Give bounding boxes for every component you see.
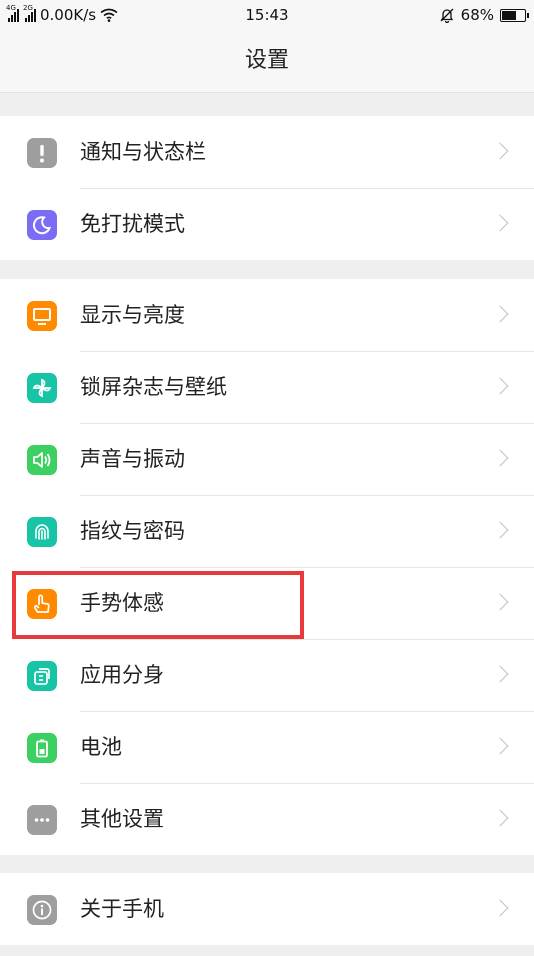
- info-icon: [27, 895, 57, 925]
- settings-item-other-settings[interactable]: 其他设置: [0, 783, 534, 855]
- settings-item-battery[interactable]: 电池: [0, 711, 534, 783]
- settings-item-lockscreen-wallpaper[interactable]: 锁屏杂志与壁纸: [0, 351, 534, 423]
- display-icon: [27, 301, 57, 331]
- chevron-right-icon: [491, 142, 509, 160]
- app-clone-icon: [27, 661, 57, 691]
- chevron-right-icon: [491, 665, 509, 683]
- settings-item-label: 声音与振动: [80, 447, 185, 471]
- settings-item-label: 指纹与密码: [80, 519, 185, 543]
- settings-item-about-phone[interactable]: 关于手机: [0, 873, 534, 945]
- chevron-right-icon: [491, 214, 509, 232]
- fingerprint-icon: [27, 517, 57, 547]
- settings-item-label: 其他设置: [80, 807, 164, 831]
- settings-item-app-clone[interactable]: 应用分身: [0, 639, 534, 711]
- moon-icon: [27, 210, 57, 240]
- settings-item-label: 显示与亮度: [80, 303, 185, 327]
- settings-group-3: 关于手机: [0, 873, 534, 945]
- highlight-box: [12, 571, 304, 639]
- settings-item-label: 电池: [80, 735, 122, 759]
- chevron-right-icon: [491, 449, 509, 467]
- pinwheel-icon: [27, 373, 57, 403]
- settings-item-label: 免打扰模式: [80, 212, 185, 236]
- chevron-right-icon: [491, 737, 509, 755]
- bell-muted-icon: [440, 8, 454, 23]
- battery-status-icon: [500, 8, 529, 22]
- chevron-right-icon: [491, 899, 509, 917]
- settings-item-display-brightness[interactable]: 显示与亮度: [0, 279, 534, 351]
- settings-item-fingerprint-password[interactable]: 指纹与密码: [0, 495, 534, 567]
- speaker-icon: [27, 445, 57, 475]
- chevron-right-icon: [491, 521, 509, 539]
- settings-item-label: 通知与状态栏: [80, 140, 206, 164]
- more-icon: [27, 805, 57, 835]
- settings-group-2: 显示与亮度 锁屏杂志与壁纸 声音与振动 指纹与密码 手势体感 应用分身 电池 其…: [0, 279, 534, 855]
- status-bar: 4G 2G 0.00K/s 15:43 68%: [0, 0, 534, 30]
- chevron-right-icon: [491, 305, 509, 323]
- chevron-right-icon: [491, 377, 509, 395]
- settings-item-sound-vibration[interactable]: 声音与振动: [0, 423, 534, 495]
- chevron-right-icon: [491, 593, 509, 611]
- battery-percent: 68%: [460, 6, 494, 24]
- settings-group-1: 通知与状态栏 免打扰模式: [0, 116, 534, 260]
- settings-item-notifications[interactable]: 通知与状态栏: [0, 116, 534, 188]
- settings-item-do-not-disturb[interactable]: 免打扰模式: [0, 188, 534, 260]
- settings-item-label: 关于手机: [80, 897, 164, 921]
- settings-item-label: 应用分身: [80, 663, 164, 687]
- battery-icon: [27, 733, 57, 763]
- notification-icon: [27, 138, 57, 168]
- settings-item-label: 锁屏杂志与壁纸: [80, 375, 227, 399]
- chevron-right-icon: [491, 809, 509, 827]
- page-title: 设置: [0, 30, 534, 93]
